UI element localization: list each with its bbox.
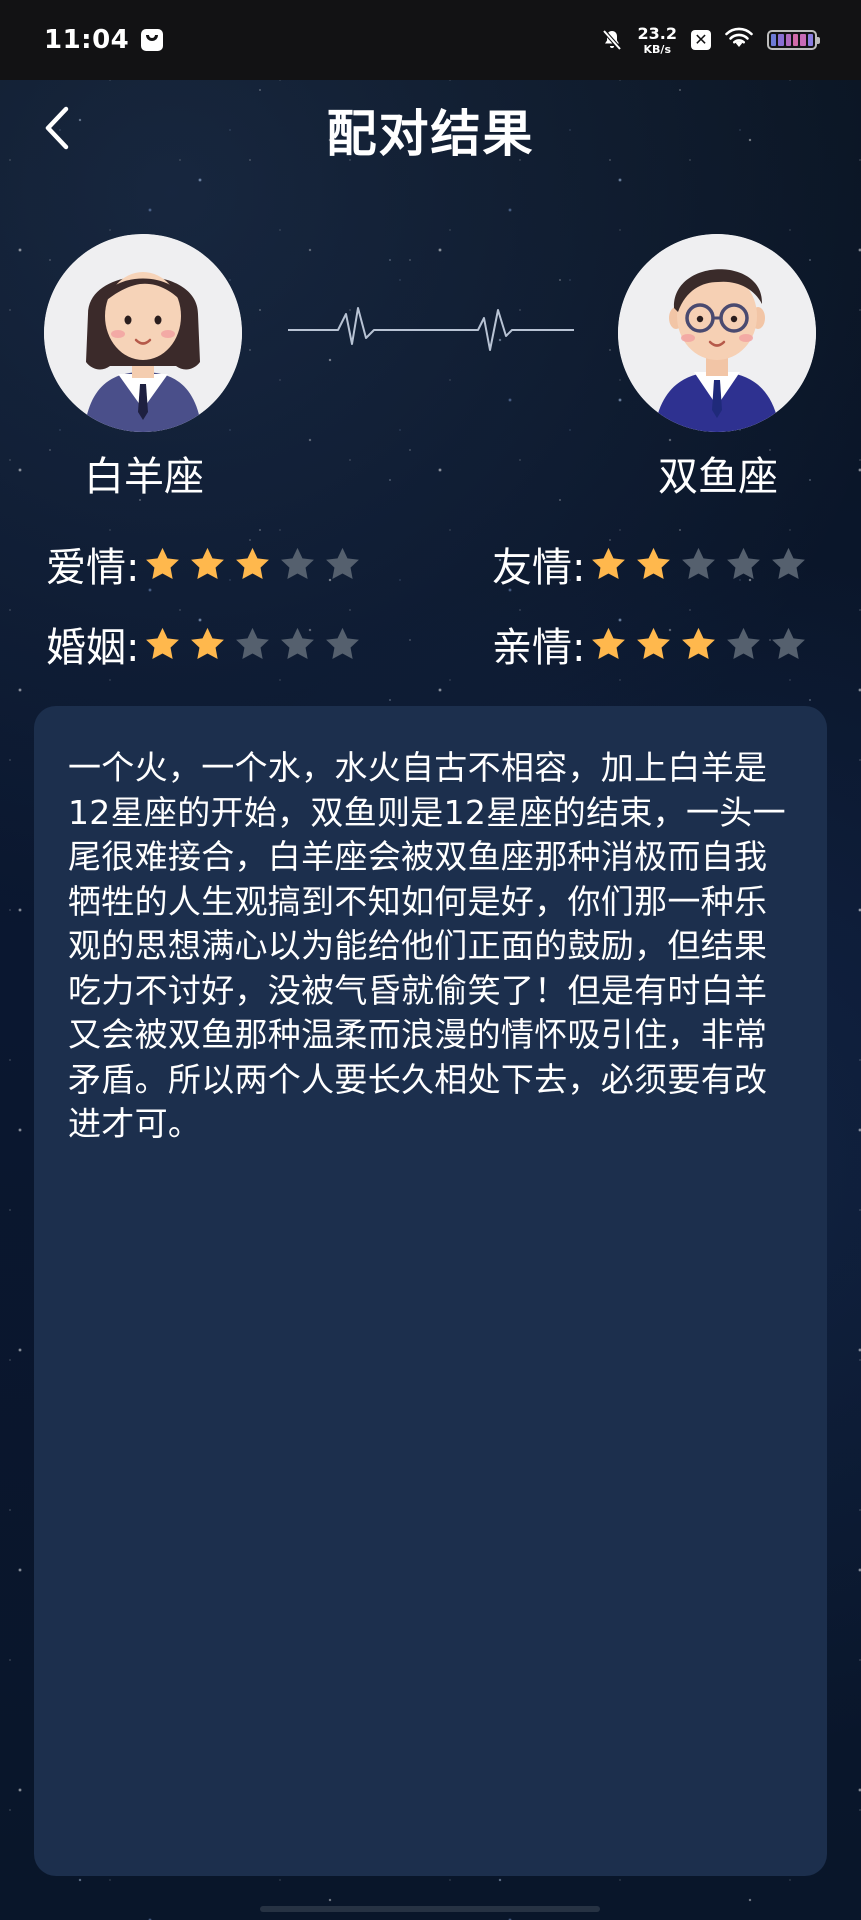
status-bar: 11:04 23.2 KB/s ✕ — [0, 0, 861, 80]
rating-love: 爱情: — [46, 536, 362, 592]
battery-cell — [800, 34, 806, 46]
star-empty-icon — [326, 627, 360, 659]
rating-love-label: 爱情: — [46, 545, 140, 591]
star-empty-icon — [326, 547, 360, 579]
star-empty-icon — [727, 627, 761, 659]
rating-love-stars — [143, 545, 362, 584]
left-sign-name: 白羊座 — [84, 454, 204, 500]
rating-family-stars — [589, 625, 808, 664]
mute-bell-icon — [600, 28, 624, 52]
star-filled-icon — [592, 547, 626, 579]
rating-marriage-label: 婚姻: — [46, 625, 140, 671]
description-text: 一个火，一个水，水火自古不相容，加上白羊是12星座的开始，双鱼则是12星座的结束… — [68, 748, 786, 1143]
rating-friendship-label: 友情: — [492, 545, 586, 591]
battery-cell — [771, 34, 777, 46]
star-empty-icon — [727, 547, 761, 579]
star-empty-icon — [772, 627, 806, 659]
x-app-icon: ✕ — [691, 30, 711, 50]
screen: 11:04 23.2 KB/s ✕ 配对结果 白羊座 双鱼座 爱情: 友情: 婚… — [0, 0, 861, 1920]
status-time: 11:04 — [44, 25, 130, 55]
star-filled-icon — [191, 627, 225, 659]
home-indicator[interactable] — [260, 1906, 600, 1912]
rating-friendship-stars — [589, 545, 808, 584]
battery-cell — [792, 34, 799, 46]
star-filled-icon — [236, 547, 270, 579]
battery-cell — [807, 34, 813, 46]
wifi-icon — [725, 27, 753, 53]
star-filled-icon — [637, 627, 671, 659]
rating-marriage: 婚姻: — [46, 616, 362, 672]
star-empty-icon — [236, 627, 270, 659]
network-speed: 23.2 KB/s — [637, 23, 677, 56]
rating-family: 亲情: — [492, 616, 808, 672]
status-right: 23.2 KB/s ✕ — [600, 23, 820, 56]
description-card[interactable]: 一个火，一个水，水火自古不相容，加上白羊是12星座的开始，双鱼则是12星座的结束… — [34, 706, 827, 1876]
male-avatar-icon — [618, 234, 816, 432]
right-sign-name: 双鱼座 — [658, 454, 778, 500]
rating-friendship: 友情: — [492, 536, 808, 592]
star-filled-icon — [592, 627, 626, 659]
rating-marriage-stars — [143, 625, 362, 664]
message-notification-icon — [141, 29, 164, 51]
star-filled-icon — [682, 627, 716, 659]
star-filled-icon — [146, 627, 180, 659]
heartbeat-line-icon — [288, 307, 574, 351]
rating-family-label: 亲情: — [492, 625, 586, 671]
star-empty-icon — [682, 547, 716, 579]
female-avatar-icon — [44, 234, 242, 432]
star-filled-icon — [191, 547, 225, 579]
star-filled-icon — [637, 547, 671, 579]
page-title: 配对结果 — [326, 105, 535, 163]
battery-cell — [785, 34, 791, 46]
star-filled-icon — [146, 547, 180, 579]
network-speed-unit: KB/s — [643, 42, 671, 56]
battery-icon — [767, 30, 820, 50]
star-empty-icon — [281, 627, 315, 659]
status-left: 11:04 — [44, 25, 164, 55]
network-speed-value: 23.2 — [637, 23, 677, 43]
battery-cell — [778, 34, 784, 46]
star-empty-icon — [281, 547, 315, 579]
star-empty-icon — [772, 547, 806, 579]
header: 配对结果 — [0, 84, 861, 174]
